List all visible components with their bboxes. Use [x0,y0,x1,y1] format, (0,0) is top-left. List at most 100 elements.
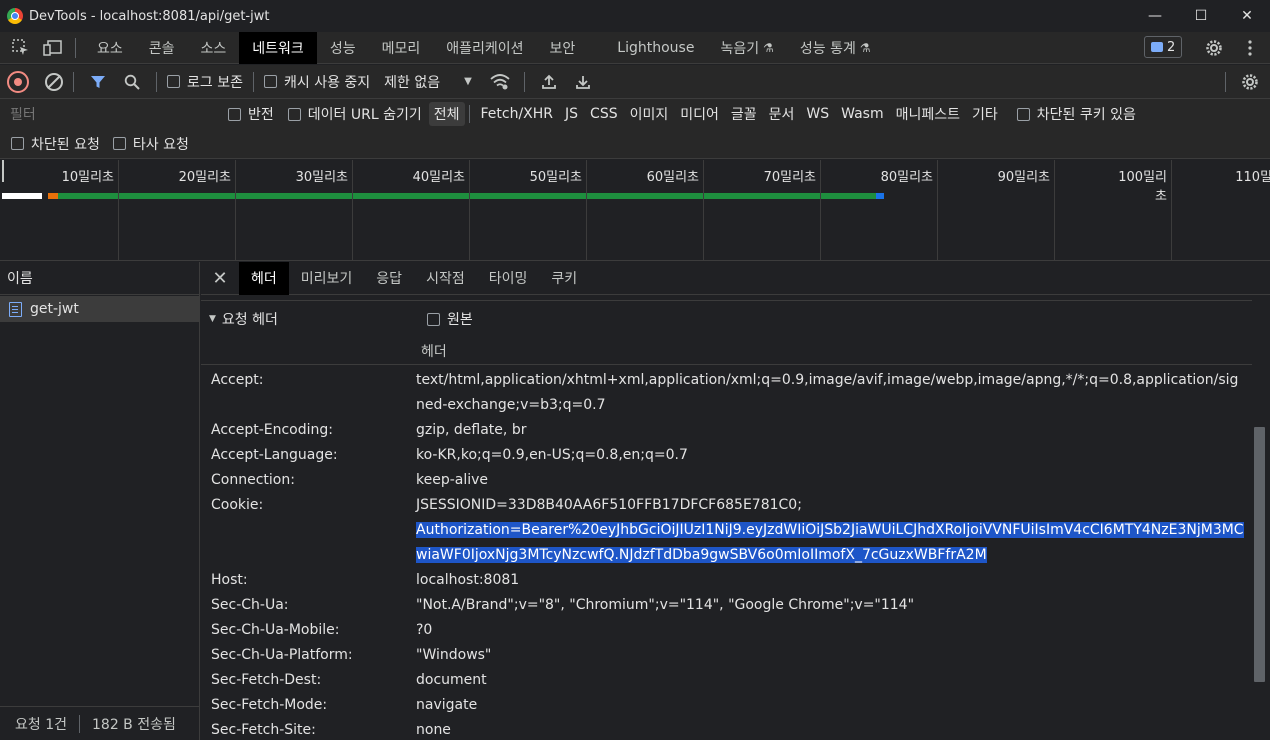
close-window-button[interactable]: ✕ [1224,0,1270,32]
hide-data-urls-checkbox[interactable]: 데이터 URL 숨기기 [287,104,422,124]
filter-type-button[interactable]: Wasm [836,102,888,126]
timeline-start-handle[interactable] [2,160,4,182]
raw-headers-checkbox[interactable]: 원본 [427,309,473,329]
header-value[interactable]: "Windows" [416,643,1246,668]
header-value-text: ?0 [416,622,433,638]
filter-type-button[interactable]: 매니페스트 [891,102,965,126]
export-har-icon[interactable] [569,68,597,96]
search-icon[interactable] [118,68,146,96]
maximize-button[interactable]: ☐ [1178,0,1224,32]
header-row: Sec-Fetch-Mode: navigate [201,693,1252,718]
minimize-button[interactable]: — [1132,0,1178,32]
checkbox-box[interactable] [1016,107,1030,121]
header-row: Sec-Ch-Ua-Platform: "Windows" [201,643,1252,668]
timeline-gridline [118,160,119,260]
divider [75,37,76,58]
timeline-bar-queue [2,193,42,199]
header-value[interactable]: navigate [416,693,1246,718]
checkbox-box[interactable] [112,137,126,150]
main-tab[interactable]: 성능 통계 ⚗ [787,32,884,64]
timeline-overview[interactable]: 10밀리초 20밀리초 30밀리초 40밀리초 50밀리초 60밀리초 70밀리초 80밀리초… [0,160,1270,261]
divider [1225,72,1226,92]
name-column-header[interactable]: 이름 [0,262,199,295]
issues-button[interactable]: 2 [1144,36,1183,58]
scrollbar[interactable] [1253,301,1270,740]
preserve-log-checkbox[interactable]: 로그 보존 [167,72,243,92]
filter-type-button[interactable]: 미디어 [675,102,724,126]
filter-type-button[interactable]: WS [801,102,834,126]
filter-input[interactable] [2,102,212,126]
header-value[interactable]: document [416,668,1246,693]
main-tab[interactable]: 네트워크 [239,31,317,64]
checkbox-box[interactable] [427,312,440,326]
close-icon[interactable]: ✕ [201,262,239,295]
main-tab[interactable]: 요소 [84,32,136,64]
detail-tab[interactable]: 미리보기 [289,262,365,295]
throttling-select[interactable]: 제한 없음 ▼ [384,72,472,92]
checkbox-box[interactable] [287,107,301,121]
disable-cache-checkbox[interactable]: 캐시 사용 중지 [263,72,370,92]
request-headers-section: ▼ 요청 헤더 원본 헤더 [201,300,1252,365]
header-value-text: navigate [416,697,478,713]
header-value[interactable]: ko-KR,ko;q=0.9,en-US;q=0.8,en;q=0.7 [416,443,1246,468]
filter-type-button[interactable]: JS [560,102,583,126]
filter-type-button[interactable]: CSS [585,102,623,126]
header-name: Cookie: [211,497,264,513]
header-value[interactable]: JSESSIONID=33D8B40AA6F510FFB17DFCF685E78… [416,493,1246,568]
header-value[interactable]: ?0 [416,618,1246,643]
window-title: DevTools - localhost:8081/api/get-jwt [29,8,270,24]
stop-recording-button[interactable] [7,70,29,93]
inspect-element-icon[interactable] [7,34,35,62]
checkbox-box[interactable] [167,75,180,88]
main-tab[interactable]: 소스 [188,32,240,64]
main-tab[interactable]: 콘솔 [136,32,188,64]
device-toolbar-icon[interactable] [39,34,67,62]
header-name: Sec-Ch-Ua-Platform: [211,647,353,663]
timeline-tick-label: 110밀리초 [1235,170,1270,185]
filter-type-button[interactable]: 문서 [764,102,800,126]
main-tab[interactable]: 성능 [317,32,369,64]
network-settings-icon[interactable] [1236,68,1264,96]
scrollbar-thumb[interactable] [1254,427,1265,682]
filter-type-button[interactable]: 글꼴 [726,102,762,126]
blocked-requests-checkbox[interactable]: 차단된 요청 [11,134,100,154]
import-har-icon[interactable] [535,68,563,96]
header-value[interactable]: gzip, deflate, br [416,418,1246,443]
filter-type-button[interactable]: 이미지 [625,102,674,126]
main-tab[interactable]: 보안 [537,32,589,64]
detail-tab[interactable]: 응답 [364,262,414,295]
main-tab[interactable]: 메모리 [369,32,434,64]
checkbox-box[interactable] [263,75,277,88]
more-options-icon[interactable] [1236,34,1264,62]
transferred-size: 182 B 전송됨 [92,716,176,733]
timeline-tick-label: 30밀리초 [295,170,348,185]
header-value[interactable]: text/html,application/xhtml+xml,applicat… [416,368,1246,418]
detail-tab[interactable]: 타이밍 [477,262,540,295]
clear-button[interactable] [45,72,63,91]
invert-checkbox[interactable]: 반전 [228,104,274,124]
main-tab[interactable]: Lighthouse [604,32,707,64]
blocked-cookies-checkbox[interactable]: 차단된 쿠키 있음 [1016,104,1136,124]
checkbox-box[interactable] [11,137,24,150]
header-value[interactable]: none [416,718,1246,740]
filter-icon[interactable] [84,68,112,96]
selected-cookie-text[interactable]: Authorization=Bearer%20eyJhbGciOiJIUzI1N… [416,522,1244,563]
third-party-checkbox[interactable]: 타사 요청 [112,134,189,154]
header-value[interactable]: localhost:8081 [416,568,1246,593]
filter-type-button[interactable]: 전체 [428,102,465,126]
filter-type-button[interactable]: 기타 [967,102,1003,126]
request-row[interactable]: get-jwt [0,296,199,322]
divider [252,71,254,92]
main-tab[interactable]: 애플리케이션 [433,32,536,64]
detail-tab[interactable]: 시작점 [414,262,477,295]
header-value[interactable]: keep-alive [416,468,1246,493]
checkbox-box[interactable] [228,107,241,121]
settings-icon[interactable] [1200,34,1228,62]
detail-tab[interactable]: 쿠키 [539,262,589,295]
header-value[interactable]: "Not.A/Brand";v="8", "Chromium";v="114",… [416,593,1246,618]
request-headers-toggle[interactable]: ▼ 요청 헤더 [209,309,278,329]
detail-tab[interactable]: 헤더 [239,261,289,295]
main-tab[interactable]: 녹음기 ⚗ [707,32,786,64]
filter-type-button[interactable]: Fetch/XHR [476,102,559,126]
network-conditions-icon[interactable] [486,68,514,96]
